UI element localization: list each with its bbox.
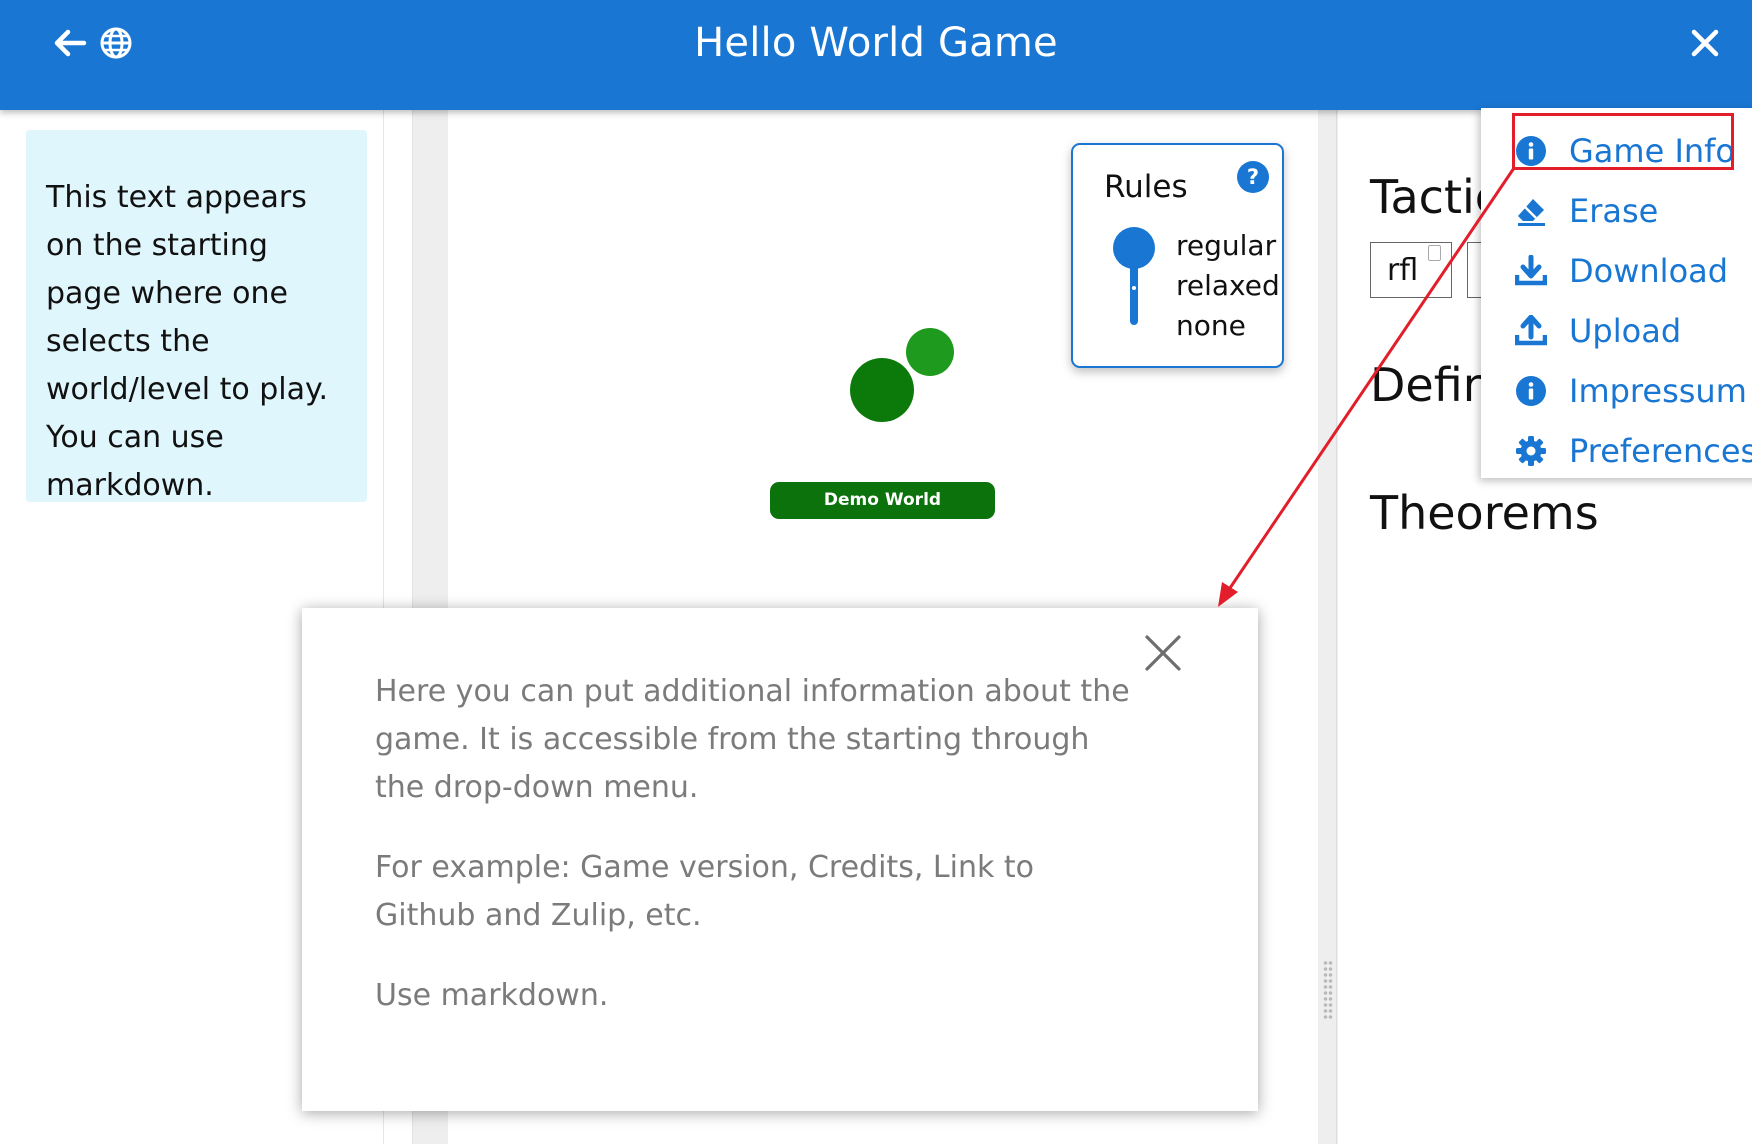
modal-paragraph: Use markdown. <box>375 978 609 1013</box>
rules-slider-thumb[interactable] <box>1113 227 1155 269</box>
menu-item-label: Upload <box>1569 312 1682 350</box>
rules-panel: Rules ? regular relaxed none <box>1071 143 1284 368</box>
eraser-icon <box>1518 199 1545 226</box>
intro-panel: This text appears on the starting page w… <box>26 130 367 503</box>
rules-option-none[interactable]: none <box>1176 309 1246 342</box>
world-label[interactable]: Demo World <box>770 482 995 519</box>
menu-item-impressum[interactable]: Impressum <box>1515 366 1747 416</box>
rules-option-regular[interactable]: regular <box>1176 229 1276 262</box>
modal-paragraph: Here you can put additional information … <box>375 674 1130 805</box>
page-title: Hello World Game <box>694 20 1058 66</box>
definitions-heading: Defin <box>1370 358 1492 412</box>
tactic-label: rfl <box>1387 253 1419 288</box>
app-header: Hello World Game <box>0 0 1752 110</box>
world-node[interactable] <box>906 328 954 376</box>
column-divider <box>1336 110 1337 1144</box>
gear-icon <box>1516 436 1546 466</box>
game-info-modal: Here you can put additional information … <box>302 608 1258 1111</box>
annotation-highlight-box <box>1512 113 1734 170</box>
info-icon <box>1516 376 1546 406</box>
help-icon[interactable]: ? <box>1237 161 1269 193</box>
menu-item-label: Impressum <box>1569 372 1747 410</box>
menu-item-upload[interactable]: Upload <box>1515 306 1681 356</box>
menu-item-erase[interactable]: Erase <box>1515 186 1658 236</box>
menu-item-label: Download <box>1569 252 1729 290</box>
menu-item-preferences[interactable]: Preferences <box>1515 426 1752 476</box>
menu-item-label: Erase <box>1569 192 1659 230</box>
slider-tick <box>1132 286 1136 290</box>
modal-content: Here you can put additional information … <box>375 668 1135 1052</box>
theorems-heading: Theorems <box>1370 486 1599 540</box>
download-icon <box>1515 255 1547 286</box>
world-node[interactable] <box>850 358 914 422</box>
copy-icon[interactable] <box>1428 245 1441 261</box>
upload-icon <box>1515 315 1547 346</box>
tactic-item[interactable]: rfl <box>1370 242 1452 298</box>
menu-item-label: Preferences <box>1569 432 1752 470</box>
resize-grip-icon[interactable] <box>1323 960 1333 1020</box>
menu-item-download[interactable]: Download <box>1515 246 1728 296</box>
intro-text: This text appears on the starting page w… <box>46 180 329 503</box>
modal-paragraph: For example: Game version, Credits, Link… <box>375 850 1034 933</box>
close-icon[interactable] <box>1138 628 1188 678</box>
close-icon[interactable] <box>1682 20 1728 66</box>
rules-title: Rules <box>1104 169 1188 205</box>
rules-option-relaxed[interactable]: relaxed <box>1176 269 1280 302</box>
